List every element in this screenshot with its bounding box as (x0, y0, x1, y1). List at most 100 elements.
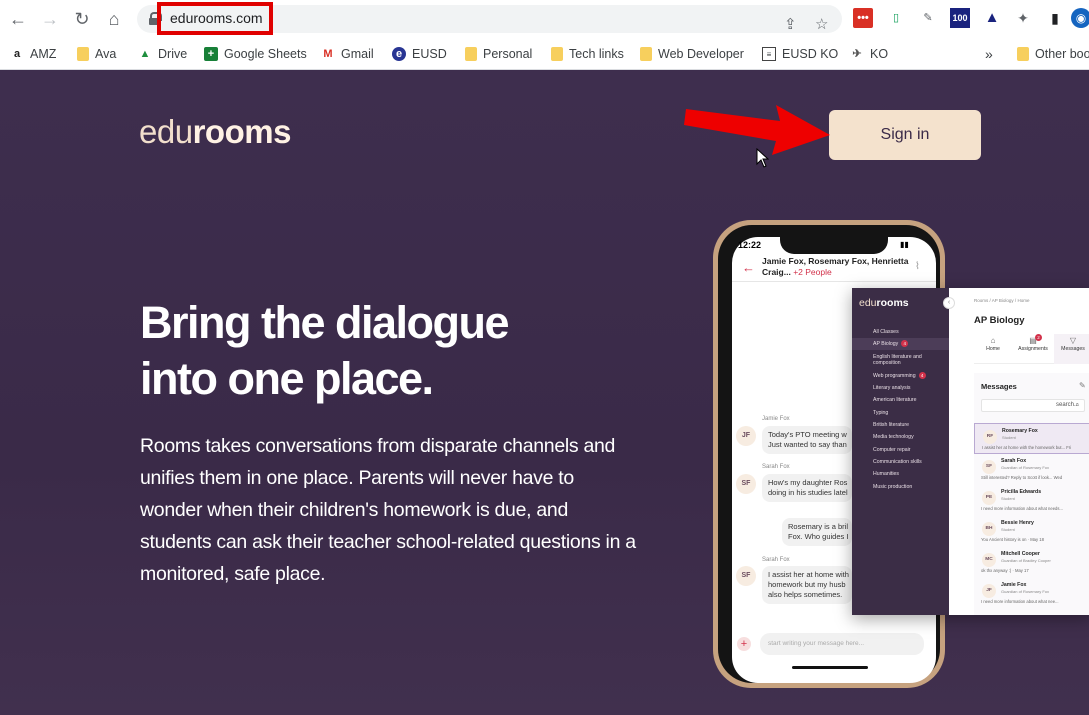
bookmark-eusd[interactable]: e EUSD (392, 44, 447, 64)
compose-icon[interactable]: ✎ (1079, 381, 1086, 390)
sidebar-item-media-technology[interactable]: Media technology (852, 431, 949, 443)
avatar: PE (982, 491, 996, 505)
avatar: JF (736, 426, 756, 446)
status-time: 12:22 (738, 240, 762, 250)
bookmark-ava[interactable]: Ava (77, 44, 116, 64)
notification-badge: 2 (1035, 334, 1042, 341)
profile-avatar[interactable]: ◉ (1071, 8, 1089, 28)
extension-phone-icon[interactable]: ▯ (886, 8, 906, 28)
avatar: SF (982, 460, 996, 474)
message-thread[interactable]: PE Pricilla Edwards Student I need more … (974, 485, 1089, 516)
home-icon[interactable]: ⌂ (103, 8, 125, 30)
page-title: AP Biology (974, 315, 1025, 326)
tab-messages[interactable]: ▽ Messages (1054, 334, 1089, 364)
bookmark-tech-links[interactable]: Tech links (551, 44, 624, 64)
site-logo[interactable]: edurooms (139, 113, 291, 151)
sidebar-item-typing[interactable]: Typing (852, 407, 949, 419)
messages-search-input[interactable]: search... ⌕ (981, 399, 1085, 412)
sidebar-item-computer-repair[interactable]: Computer repair (852, 444, 949, 456)
folder-icon (640, 47, 652, 61)
sign-in-button[interactable]: Sign in (829, 110, 981, 160)
compose-message-input[interactable]: start writing your message here... (760, 633, 924, 655)
extension-red-icon[interactable]: ••• (853, 8, 873, 28)
extension-eyedropper-icon[interactable]: ✎ (918, 8, 938, 28)
bookmark-web-developer[interactable]: Web Developer (640, 44, 744, 64)
sidebar-item-all-classes[interactable]: All Classes (852, 326, 949, 338)
doc-icon: ≡ (762, 47, 776, 61)
message-sender: Sarah Fox (762, 464, 790, 470)
sidebar-collapse-button[interactable]: ‹ (943, 297, 955, 309)
sidebar-item-english-literature[interactable]: English literature and composition (852, 351, 949, 369)
bookmarks-overflow-button[interactable]: » (985, 44, 993, 64)
bookmark-eusd-ko[interactable]: ≡ EUSD KO (762, 44, 838, 64)
sidebar-item-american-literature[interactable]: American literature (852, 394, 949, 406)
class-tabs: ⌂ Home ▤ Assignments 2 ▽ Messages (974, 334, 1089, 364)
message-bubble: Today's PTO meeting w Just wanted to say … (762, 426, 852, 454)
message-thread[interactable]: RF Rosemary Fox Student I assist her at … (974, 423, 1089, 454)
back-arrow-icon[interactable]: ← (742, 260, 755, 275)
message-thread[interactable]: SF Sarah Fox Guardian of Rosemary Fox St… (974, 454, 1089, 485)
send-icon: ▽ (1069, 336, 1077, 345)
clipboard-icon: ▤ (1029, 336, 1037, 345)
hero-title: Bring the dialogue into one place. (140, 297, 510, 404)
extension-counter-icon[interactable]: 100 (950, 8, 970, 28)
extension-triangle-icon[interactable]: ▲ (982, 8, 1002, 28)
gmail-icon: M (323, 48, 333, 60)
chat-title: Jamie Fox, Rosemary Fox, Henrietta Craig… (762, 256, 909, 277)
sidebar-item-literary-analysis[interactable]: Literary analysis (852, 382, 949, 394)
share-icon[interactable]: ⇪ (784, 15, 797, 33)
dashboard-sidebar: edurooms All Classes AP Biology 4 English… (852, 288, 949, 615)
bookmark-gmail[interactable]: M Gmail (321, 44, 373, 64)
sidebar-item-british-literature[interactable]: British literature (852, 419, 949, 431)
tab-home[interactable]: ⌂ Home (974, 334, 1012, 352)
message-bubble: How's my daughter Ros doing in his studie… (762, 474, 852, 502)
browser-toolbar: ← → ↻ ⌂ ⇪ ☆ edurooms.com ••• ▯ ✎ 100 ▲ ✦… (0, 0, 1089, 38)
bookmark-star-icon[interactable]: ☆ (815, 15, 828, 33)
bookmark-other[interactable]: Other boo (1017, 44, 1089, 64)
sidebar-item-ap-biology[interactable]: AP Biology 4 (852, 338, 949, 350)
messages-panel: Messages ✎ search... ⌕ RF Rosemary Fox St… (974, 373, 1089, 615)
sidebar-item-music-production[interactable]: Music production (852, 481, 949, 493)
url-highlight-box (157, 2, 273, 35)
extensions-puzzle-icon[interactable]: ✦ (1013, 8, 1033, 28)
sidebar-item-humanities[interactable]: Humanities (852, 468, 949, 480)
chat-header: ← Jamie Fox, Rosemary Fox, Henrietta Cra… (732, 252, 936, 282)
message-bubble: I assist her at home with homework but my… (762, 566, 852, 604)
forward-arrow-icon[interactable]: → (39, 8, 61, 30)
bookmark-amz[interactable]: a AMZ (10, 44, 56, 64)
bookmarks-bar: a AMZ Ava ▲ Drive + Google Sheets M Gmail eE… (0, 38, 1089, 70)
drive-icon: ▲ (139, 48, 151, 60)
tab-assignments[interactable]: ▤ Assignments 2 (1014, 334, 1052, 352)
messages-heading: Messages (981, 382, 1017, 391)
bookmark-ko[interactable]: ✈ KO (850, 44, 888, 64)
folder-icon (77, 47, 89, 61)
message-thread[interactable]: BH Bessie Henry Student You Ancient hist… (974, 516, 1089, 547)
attachment-icon[interactable]: ⌇ (915, 261, 920, 272)
back-arrow-icon[interactable]: ← (7, 8, 29, 30)
sidebar-item-communication-skills[interactable]: Communication skills (852, 456, 949, 468)
dashboard-logo: edurooms (859, 297, 909, 309)
dashboard-preview: edurooms All Classes AP Biology 4 English… (852, 288, 1089, 615)
add-attachment-button[interactable]: + (737, 637, 751, 651)
ko-icon: ✈ (852, 48, 862, 60)
folder-icon (1017, 47, 1029, 61)
message-sender: Jamie Fox (762, 416, 790, 422)
avatar: JF (982, 584, 996, 598)
message-bubble-own: Rosemary is a bril Fox. Who guides I (782, 518, 852, 546)
bookmark-drive[interactable]: ▲ Drive (138, 44, 188, 64)
notification-badge: 4 (918, 372, 926, 379)
message-thread[interactable]: JF Jamie Fox Guardian of Rosemary Fox I … (974, 578, 1089, 609)
sidebar-item-web-programming[interactable]: Web programming 4 (852, 370, 949, 382)
avatar: SF (736, 474, 756, 494)
avatar: BH (982, 522, 996, 536)
avatar: MC (982, 553, 996, 567)
bookmark-google-sheets[interactable]: + Google Sheets (204, 44, 307, 64)
message-thread[interactable]: MC Mitchell Cooper Guardian of Bradley C… (974, 547, 1089, 578)
reload-icon[interactable]: ↻ (71, 8, 93, 30)
side-panel-icon[interactable]: ▮ (1045, 8, 1065, 28)
folder-icon (551, 47, 563, 61)
mouse-cursor-icon (756, 148, 770, 168)
avatar: SF (736, 566, 756, 586)
home-indicator (792, 666, 868, 669)
bookmark-personal[interactable]: Personal (465, 44, 532, 64)
